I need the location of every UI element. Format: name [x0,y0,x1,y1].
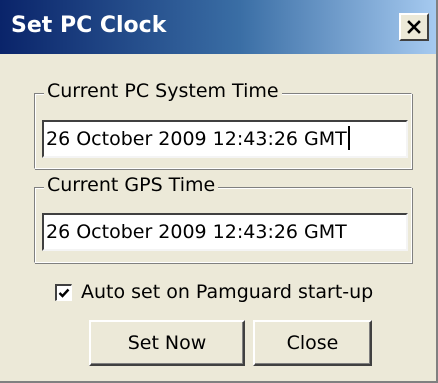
pc-system-time-label: Current PC System Time [44,78,282,104]
set-now-button[interactable]: Set Now [89,320,245,366]
close-x-icon [407,20,421,34]
pc-system-time-field[interactable]: 26 October 2009 12:43:26 GMT [42,120,408,158]
gps-time-field[interactable]: 26 October 2009 12:43:26 GMT [42,213,408,251]
pc-system-time-value: 26 October 2009 12:43:26 GMT [46,128,347,150]
close-window-button[interactable] [399,13,429,41]
text-caret [347,126,350,150]
title-bar[interactable]: Set PC Clock [0,0,436,54]
gps-time-label: Current GPS Time [44,172,219,198]
checkmark-icon [58,288,70,298]
auto-set-row[interactable]: Auto set on Pamguard start-up [55,279,373,305]
dialog-title: Set PC Clock [11,13,167,38]
set-pc-clock-dialog: Set PC Clock Current PC System Time 26 O… [0,0,438,383]
gps-time-value: 26 October 2009 12:43:26 GMT [46,221,347,243]
close-button[interactable]: Close [253,320,372,366]
auto-set-label: Auto set on Pamguard start-up [81,281,374,303]
auto-set-checkbox[interactable] [55,283,72,301]
